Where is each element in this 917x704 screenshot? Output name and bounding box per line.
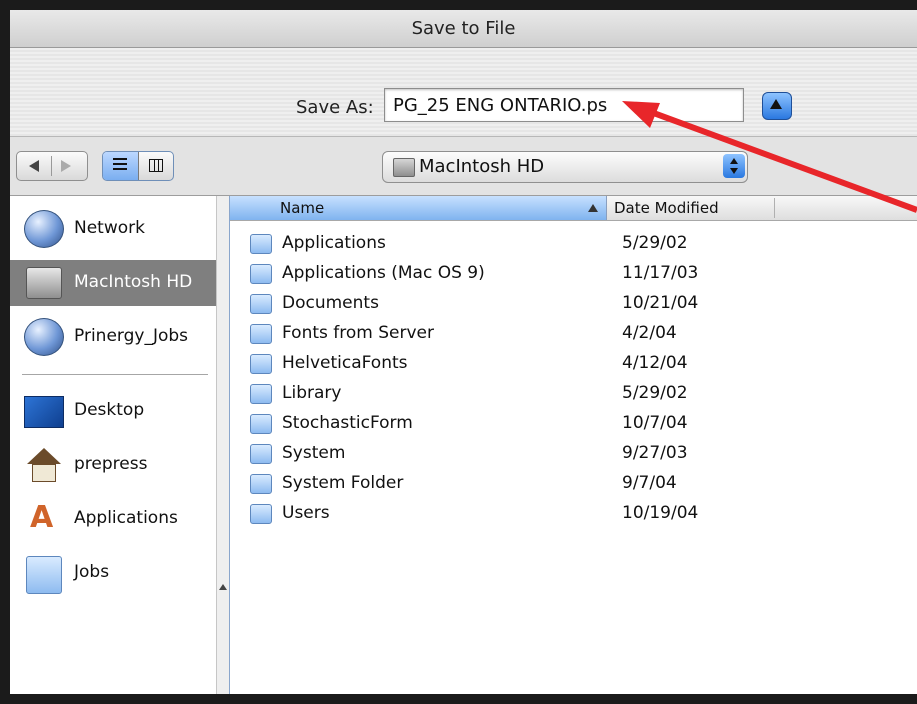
file-date: 10/21/04 bbox=[622, 293, 699, 313]
applications-icon: A bbox=[30, 500, 54, 535]
sidebar-item-applications[interactable]: A Applications bbox=[10, 496, 216, 542]
file-row[interactable]: Library 5/29/02 bbox=[230, 380, 917, 410]
file-browser: Name Date Modified Applications 5/29/02 A… bbox=[229, 196, 917, 694]
file-name: Applications (Mac OS 9) bbox=[282, 263, 485, 283]
file-name: Applications bbox=[282, 233, 386, 253]
save-as-label: Save As: bbox=[296, 97, 374, 118]
network-globe-icon bbox=[24, 210, 64, 248]
list-view-button[interactable] bbox=[103, 152, 138, 180]
applications-folder-icon bbox=[250, 234, 272, 254]
column-view-icon[interactable] bbox=[149, 159, 163, 172]
folder-icon bbox=[250, 354, 272, 374]
list-view-icon bbox=[113, 158, 127, 172]
title-bar: Save to File bbox=[10, 10, 917, 48]
save-as-value: PG_25 ENG ONTARIO.ps bbox=[393, 95, 608, 116]
file-row[interactable]: Fonts from Server 4/2/04 bbox=[230, 320, 917, 350]
save-as-field[interactable]: PG_25 ENG ONTARIO.ps bbox=[384, 88, 744, 122]
file-name: HelveticaFonts bbox=[282, 353, 408, 373]
file-date: 10/19/04 bbox=[622, 503, 699, 523]
hard-drive-icon bbox=[26, 267, 62, 299]
file-name: Documents bbox=[282, 293, 379, 313]
file-row[interactable]: Applications 5/29/02 bbox=[230, 230, 917, 260]
file-row[interactable]: StochasticForm 10/7/04 bbox=[230, 410, 917, 440]
folder-icon bbox=[250, 324, 272, 344]
folder-icon bbox=[250, 414, 272, 434]
file-row[interactable]: HelveticaFonts 4/12/04 bbox=[230, 350, 917, 380]
folder-icon bbox=[250, 294, 272, 314]
popup-arrows-icon bbox=[723, 154, 745, 178]
file-row[interactable]: Users 10/19/04 bbox=[230, 500, 917, 530]
sort-ascending-icon bbox=[588, 204, 598, 212]
sidebar-item-label: Prinergy_Jobs bbox=[74, 326, 189, 346]
sidebar-resize-bar[interactable] bbox=[216, 196, 229, 694]
save-as-row: Save As: PG_25 ENG ONTARIO.ps bbox=[10, 48, 917, 137]
back-forward-buttons bbox=[16, 151, 88, 181]
file-name: Fonts from Server bbox=[282, 323, 434, 343]
column-header: Name Date Modified bbox=[230, 196, 917, 221]
desktop-icon bbox=[24, 396, 64, 428]
hard-drive-icon bbox=[393, 158, 415, 177]
sidebar-item-label: Applications bbox=[74, 508, 178, 528]
network-volume-icon bbox=[24, 318, 64, 356]
sidebar-item-label: prepress bbox=[74, 454, 148, 474]
save-dialog: Save to File Save As: PG_25 ENG ONTARIO.… bbox=[10, 10, 917, 694]
system-folder-icon bbox=[250, 474, 272, 494]
file-name: StochasticForm bbox=[282, 413, 413, 433]
triangle-up-icon bbox=[770, 99, 782, 109]
library-folder-icon bbox=[250, 384, 272, 404]
resize-handle-icon bbox=[219, 584, 227, 590]
folder-icon bbox=[26, 556, 62, 594]
folder-icon bbox=[250, 264, 272, 284]
sidebar-item-macintosh-hd[interactable]: MacIntosh HD bbox=[10, 260, 216, 306]
file-name: Users bbox=[282, 503, 330, 523]
name-column-header[interactable]: Name bbox=[230, 196, 607, 220]
file-name: System bbox=[282, 443, 346, 463]
home-icon bbox=[24, 446, 64, 484]
file-date: 9/27/03 bbox=[622, 443, 688, 463]
file-row[interactable]: Documents 10/21/04 bbox=[230, 290, 917, 320]
view-mode-buttons bbox=[102, 151, 174, 181]
file-date: 5/29/02 bbox=[622, 233, 688, 253]
file-list: Applications 5/29/02 Applications (Mac OS… bbox=[230, 230, 917, 530]
navigation-toolbar: MacIntosh HD bbox=[10, 137, 917, 196]
location-popup[interactable]: MacIntosh HD bbox=[382, 151, 748, 183]
sidebar-item-label: Desktop bbox=[74, 400, 145, 420]
file-row[interactable]: System 9/27/03 bbox=[230, 440, 917, 470]
file-date: 5/29/02 bbox=[622, 383, 688, 403]
file-name: System Folder bbox=[282, 473, 404, 493]
system-folder-icon bbox=[250, 444, 272, 464]
sidebar-item-label: Jobs bbox=[74, 562, 110, 582]
file-row[interactable]: System Folder 9/7/04 bbox=[230, 470, 917, 500]
sidebar-item-prepress[interactable]: prepress bbox=[10, 442, 216, 488]
sidebar-item-label: Network bbox=[74, 218, 145, 238]
back-arrow-icon[interactable] bbox=[29, 160, 39, 172]
collapse-dialog-button[interactable] bbox=[762, 92, 792, 120]
file-date: 11/17/03 bbox=[622, 263, 699, 283]
users-folder-icon bbox=[250, 504, 272, 524]
file-date: 10/7/04 bbox=[622, 413, 688, 433]
photo-frame: Save to File Save As: PG_25 ENG ONTARIO.… bbox=[0, 0, 917, 704]
forward-arrow-icon[interactable] bbox=[61, 160, 71, 172]
sidebar-divider bbox=[22, 374, 208, 375]
name-column-label: Name bbox=[280, 199, 325, 217]
file-date: 4/12/04 bbox=[622, 353, 688, 373]
sidebar-item-network[interactable]: Network bbox=[10, 206, 216, 252]
sidebar: Network MacIntosh HD Prinergy_Jobs Deskt… bbox=[10, 196, 219, 694]
file-name: Library bbox=[282, 383, 342, 403]
file-date: 9/7/04 bbox=[622, 473, 677, 493]
sidebar-item-prinergy-jobs[interactable]: Prinergy_Jobs bbox=[10, 314, 216, 360]
dialog-title: Save to File bbox=[411, 18, 516, 39]
sidebar-item-jobs[interactable]: Jobs bbox=[10, 550, 216, 596]
file-row[interactable]: Applications (Mac OS 9) 11/17/03 bbox=[230, 260, 917, 290]
sidebar-item-desktop[interactable]: Desktop bbox=[10, 388, 216, 434]
file-date: 4/2/04 bbox=[622, 323, 677, 343]
date-column-header[interactable]: Date Modified bbox=[614, 199, 719, 217]
location-label: MacIntosh HD bbox=[419, 156, 545, 177]
sidebar-item-label: MacIntosh HD bbox=[74, 272, 193, 292]
